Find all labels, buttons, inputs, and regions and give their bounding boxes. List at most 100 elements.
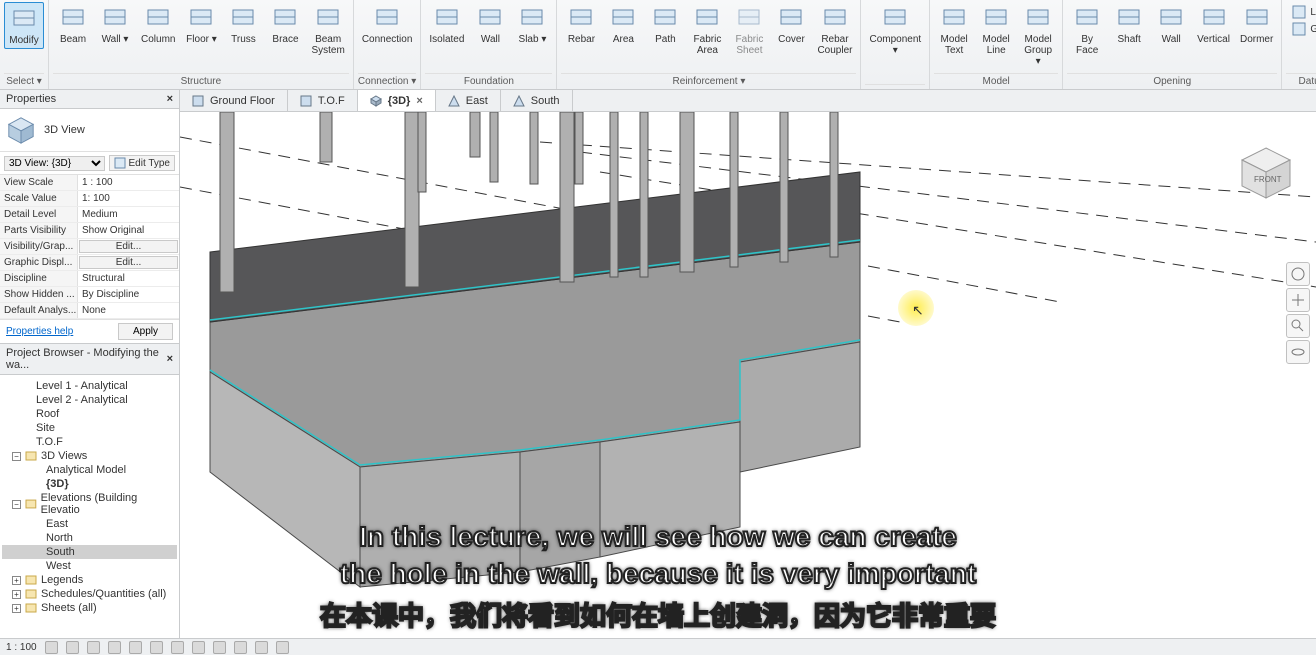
- tree-node[interactable]: +Schedules/Quantities (all): [2, 587, 177, 601]
- property-row[interactable]: Detail LevelMedium: [0, 207, 179, 223]
- property-row[interactable]: View Scale1 : 100: [0, 175, 179, 191]
- status-icon-2[interactable]: [66, 641, 79, 654]
- column-tool[interactable]: Column: [137, 2, 179, 47]
- cover-tool[interactable]: Cover: [771, 2, 811, 47]
- tree-item[interactable]: West: [2, 559, 177, 573]
- property-value[interactable]: Medium: [78, 207, 179, 222]
- rebar-tool[interactable]: Rebar: [561, 2, 601, 47]
- tab-tof[interactable]: T.O.F: [288, 90, 358, 111]
- property-value[interactable]: 1 : 100: [78, 175, 179, 190]
- tree-item[interactable]: East: [2, 517, 177, 531]
- model-line-tool[interactable]: Model Line: [976, 2, 1016, 58]
- status-icon-5[interactable]: [129, 641, 142, 654]
- opening-wall-tool[interactable]: Wall: [1151, 2, 1191, 47]
- status-icon-10[interactable]: [234, 641, 247, 654]
- component-tool[interactable]: Component ▾: [865, 2, 925, 58]
- path-tool[interactable]: Path: [645, 2, 685, 47]
- tab-close-icon[interactable]: ×: [416, 95, 422, 107]
- model-group-tool[interactable]: Model Group ▾: [1018, 2, 1058, 69]
- property-value[interactable]: Structural: [78, 271, 179, 286]
- tree-expand-icon[interactable]: −: [12, 500, 21, 509]
- model-text-tool[interactable]: Model Text: [934, 2, 974, 58]
- tab-3d[interactable]: {3D}×: [358, 90, 436, 111]
- truss-tool[interactable]: Truss: [223, 2, 263, 47]
- property-row[interactable]: Show Hidden ...By Discipline: [0, 287, 179, 303]
- zoom-button[interactable]: [1286, 314, 1310, 338]
- property-row[interactable]: Scale Value1: 100: [0, 191, 179, 207]
- isolated-tool[interactable]: Isolated: [425, 2, 468, 47]
- tree-item[interactable]: Level 2 - Analytical: [2, 393, 177, 407]
- foundation-wall-tool[interactable]: Wall: [470, 2, 510, 47]
- property-row[interactable]: DisciplineStructural: [0, 271, 179, 287]
- tree-expand-icon[interactable]: −: [12, 452, 21, 461]
- tree-expand-icon[interactable]: +: [12, 590, 21, 599]
- floor-tool[interactable]: Floor ▾: [181, 2, 221, 47]
- rebar-coupler-tool[interactable]: Rebar Coupler: [813, 2, 856, 58]
- tree-item[interactable]: North: [2, 531, 177, 545]
- viewport-3d[interactable]: FRONT ↖: [180, 112, 1316, 638]
- status-icon-1[interactable]: [45, 641, 58, 654]
- beam-tool[interactable]: Beam: [53, 2, 93, 47]
- by-face-tool[interactable]: By Face: [1067, 2, 1107, 58]
- status-icon-6[interactable]: [150, 641, 163, 654]
- property-value[interactable]: Show Original: [78, 223, 179, 238]
- properties-type-selector[interactable]: 3D View: [0, 109, 179, 152]
- tab-south[interactable]: South: [501, 90, 573, 111]
- tree-item[interactable]: Level 1 - Analytical: [2, 379, 177, 393]
- modify-tool[interactable]: Modify: [4, 2, 44, 49]
- status-icon-12[interactable]: [276, 641, 289, 654]
- edit-type-button[interactable]: Edit Type: [109, 155, 175, 171]
- status-icon-3[interactable]: [87, 641, 100, 654]
- property-edit-button[interactable]: Edit...: [79, 256, 178, 269]
- wall-tool[interactable]: Wall ▾: [95, 2, 135, 47]
- properties-close-icon[interactable]: ×: [167, 93, 173, 105]
- status-scale[interactable]: 1 : 100: [6, 642, 37, 653]
- orbit-button[interactable]: [1286, 340, 1310, 364]
- status-icon-8[interactable]: [192, 641, 205, 654]
- properties-help-link[interactable]: Properties help: [6, 326, 73, 337]
- property-value[interactable]: By Discipline: [78, 287, 179, 302]
- brace-tool[interactable]: Brace: [265, 2, 305, 47]
- property-row[interactable]: Parts VisibilityShow Original: [0, 223, 179, 239]
- property-edit-button[interactable]: Edit...: [79, 240, 178, 253]
- tree-expand-icon[interactable]: +: [12, 576, 21, 585]
- tree-item[interactable]: {3D}: [2, 477, 177, 491]
- tab-ground-floor[interactable]: Ground Floor: [180, 90, 288, 111]
- tree-node[interactable]: −Elevations (Building Elevatio: [2, 491, 177, 517]
- shaft-tool[interactable]: Shaft: [1109, 2, 1149, 47]
- status-icon-11[interactable]: [255, 641, 268, 654]
- tree-node[interactable]: +Sheets (all): [2, 601, 177, 615]
- vertical-tool[interactable]: Vertical: [1193, 2, 1234, 47]
- tree-item[interactable]: Site: [2, 421, 177, 435]
- tree-item[interactable]: Analytical Model: [2, 463, 177, 477]
- fabric-area-tool[interactable]: Fabric Area: [687, 2, 727, 58]
- status-icon-4[interactable]: [108, 641, 121, 654]
- area-tool[interactable]: Area: [603, 2, 643, 47]
- cover-tool-label: Cover: [778, 34, 805, 45]
- property-value[interactable]: None: [78, 303, 179, 318]
- tree-item[interactable]: Roof: [2, 407, 177, 421]
- pan-button[interactable]: [1286, 288, 1310, 312]
- property-value[interactable]: 1: 100: [78, 191, 179, 206]
- status-icon-9[interactable]: [213, 641, 226, 654]
- view-cube[interactable]: FRONT: [1234, 142, 1298, 206]
- project-browser-close-icon[interactable]: ×: [167, 353, 173, 365]
- property-row[interactable]: Default Analys...None: [0, 303, 179, 319]
- tab-east[interactable]: East: [436, 90, 501, 111]
- instance-selector[interactable]: 3D View: {3D}: [4, 156, 105, 171]
- slab-tool[interactable]: Slab ▾: [512, 2, 552, 47]
- tree-expand-icon[interactable]: +: [12, 604, 21, 613]
- status-icon-7[interactable]: [171, 641, 184, 654]
- beam-system-tool[interactable]: Beam System: [307, 2, 348, 58]
- steering-wheel-button[interactable]: [1286, 262, 1310, 286]
- connection-tool[interactable]: Connection: [358, 2, 417, 47]
- property-row[interactable]: Visibility/Grap...Edit...: [0, 239, 179, 255]
- property-row[interactable]: Graphic Displ...Edit...: [0, 255, 179, 271]
- project-browser[interactable]: Level 1 - AnalyticalLevel 2 - Analytical…: [0, 375, 179, 638]
- tree-item[interactable]: T.O.F: [2, 435, 177, 449]
- apply-button[interactable]: Apply: [118, 323, 173, 340]
- tree-item[interactable]: South: [2, 545, 177, 559]
- dormer-tool[interactable]: Dormer: [1236, 2, 1277, 47]
- tree-node[interactable]: −3D Views: [2, 449, 177, 463]
- tree-node[interactable]: +Legends: [2, 573, 177, 587]
